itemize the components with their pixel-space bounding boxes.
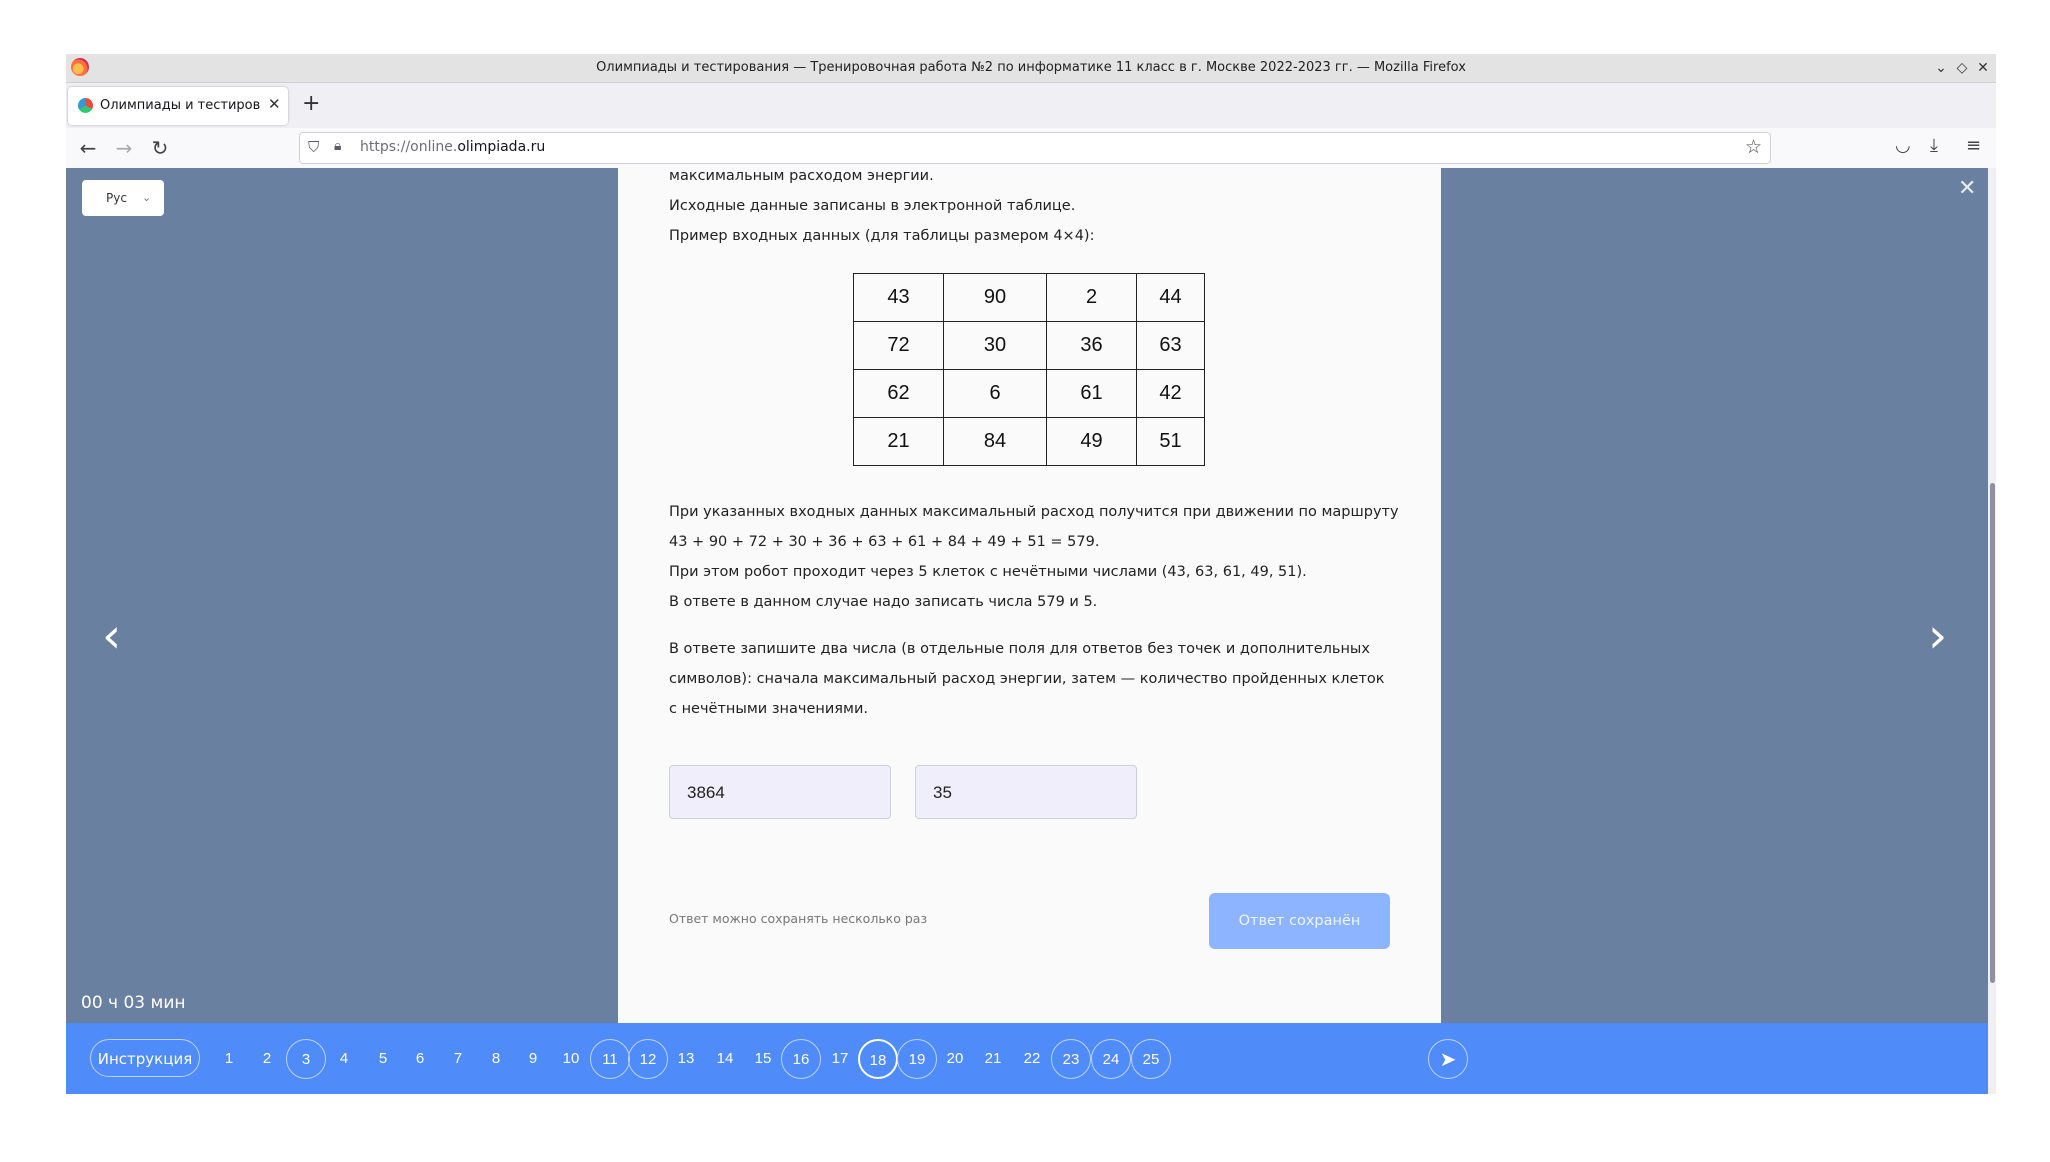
table-row: 21 84 49 51 [853,417,1205,466]
address-bar[interactable]: ⛉ 🔒︎ https://online.olimpiada.ru ☆ [299,132,1771,164]
table-row: 72 30 36 63 [853,321,1205,370]
question-number-button[interactable]: 11 [590,1039,630,1079]
table-row: 62 6 61 42 [853,369,1205,418]
question-navigation-bar: Инструкция 1 2 3 4 5 6 7 8 9 10 11 12 13 14 15 16 17 18 19… [66,1023,1988,1094]
instruction-button[interactable]: Инструкция [90,1039,200,1077]
chevron-down-icon: ⌄ [142,191,152,204]
send-icon[interactable]: ➤ [1428,1039,1468,1079]
task-text-line: В ответе запишите два числа (в отдельные… [669,641,1370,657]
question-number-button[interactable]: 14 [705,1039,745,1079]
scrollbar-thumb[interactable] [1990,483,1995,983]
question-number-button[interactable]: 3 [286,1039,326,1079]
menu-icon[interactable]: ≡ [1966,135,1981,156]
tab-close-icon[interactable]: ✕ [268,95,281,113]
table-row: 43 90 2 44 [853,273,1205,322]
task-text-line: 43 + 90 + 72 + 30 + 36 + 63 + 61 + 84 + … [669,534,1100,550]
minimize-icon[interactable]: ⌄ [1930,57,1952,79]
question-number-button[interactable]: 20 [935,1039,975,1079]
table-cell: 36 [1046,321,1137,370]
next-question-icon[interactable]: › [1928,608,1947,664]
table-cell: 72 [853,321,944,370]
table-cell: 49 [1046,417,1137,466]
question-number-button[interactable]: 15 [743,1039,783,1079]
question-number-button[interactable]: 7 [438,1039,478,1079]
close-icon[interactable]: ✕ [1958,176,1976,201]
page-content: Рус ⌄ ✕ ‹ › максимальным расходом энерги… [66,168,1996,1094]
table-cell: 51 [1136,417,1205,466]
question-number-button[interactable]: 22 [1012,1039,1052,1079]
download-icon[interactable]: ⤓ [1930,135,1938,156]
back-icon[interactable]: ← [76,136,100,160]
navigation-toolbar: ← → ↻ ⛉ 🔒︎ https://online.olimpiada.ru ☆… [66,128,1996,169]
question-number-button[interactable]: 10 [551,1039,591,1079]
task-text-line: При этом робот проходит через 5 клеток с… [669,564,1307,580]
lock-icon[interactable]: 🔒︎ [334,138,341,154]
question-number-button[interactable]: 21 [973,1039,1013,1079]
question-number-button[interactable]: 23 [1051,1039,1091,1079]
reload-icon[interactable]: ↻ [148,136,172,160]
table-cell: 62 [853,369,944,418]
language-value: Рус [106,191,127,205]
question-number-button[interactable]: 16 [781,1039,821,1079]
question-number-button[interactable]: 6 [400,1039,440,1079]
new-tab-icon[interactable]: + [302,91,320,116]
browser-window: Олимпиады и тестирования — Тренировочная… [66,54,1996,1094]
table-cell: 6 [943,369,1047,418]
save-answer-button[interactable]: Ответ сохранён [1209,893,1390,949]
question-number-button[interactable]: 17 [820,1039,860,1079]
window-close-icon[interactable]: ✕ [1972,57,1994,79]
question-number-button[interactable]: 2 [247,1039,287,1079]
bookmark-star-icon[interactable]: ☆ [1745,136,1762,158]
table-cell: 30 [943,321,1047,370]
question-number-button[interactable]: 9 [513,1039,553,1079]
prev-question-icon[interactable]: ‹ [102,608,121,664]
task-text-line: Пример входных данных (для таблицы разме… [669,228,1095,244]
example-table: 43 90 2 44 72 30 36 63 62 6 61 42 21 84 … [853,273,1205,466]
site-favicon-icon [78,98,93,113]
language-select[interactable]: Рус ⌄ [82,180,164,216]
timer: 00 ч 03 мин [81,993,186,1013]
tab-title: Олимпиады и тестирования [100,98,260,113]
question-number-button[interactable]: 1 [209,1039,249,1079]
task-text-line: с нечётными значениями. [669,701,868,717]
task-text-line: При указанных входных данных максимальны… [669,504,1399,520]
url-text: https://online.olimpiada.ru [360,139,546,155]
question-number-button[interactable]: 5 [363,1039,403,1079]
question-card: максимальным расходом энергии. Исходные … [618,168,1441,1023]
table-cell: 2 [1046,273,1137,322]
task-text-line: максимальным расходом энергии. [669,168,934,184]
task-text-line: символов): сначала максимальный расход э… [669,671,1385,687]
answer-field-1[interactable]: 3864 [669,765,891,819]
table-cell: 63 [1136,321,1205,370]
pocket-icon[interactable]: ◡ [1895,135,1911,156]
task-text-line: Исходные данные записаны в электронной т… [669,198,1076,214]
question-number-button[interactable]: 24 [1091,1039,1131,1079]
question-number-button[interactable]: 25 [1131,1039,1171,1079]
table-cell: 84 [943,417,1047,466]
question-number-button[interactable]: 8 [476,1039,516,1079]
table-cell: 44 [1136,273,1205,322]
table-cell: 61 [1046,369,1137,418]
question-number-button[interactable]: 12 [628,1039,668,1079]
save-note: Ответ можно сохранять несколько раз [669,911,928,926]
tracking-shield-icon[interactable]: ⛉ [308,138,319,156]
browser-tab[interactable]: Олимпиады и тестирования ✕ [68,87,288,125]
table-cell: 42 [1136,369,1205,418]
table-cell: 21 [853,417,944,466]
task-text-line: В ответе в данном случае надо записать ч… [669,594,1098,610]
question-number-button[interactable]: 13 [666,1039,706,1079]
table-cell: 90 [943,273,1047,322]
forward-icon[interactable]: → [112,136,136,160]
window-title: Олимпиады и тестирования — Тренировочная… [596,60,1466,75]
question-number-button[interactable]: 19 [897,1039,937,1079]
maximize-icon[interactable]: ◇ [1951,57,1973,79]
tab-strip: Олимпиады и тестирования ✕ + [66,83,1996,128]
question-number-button[interactable]: 18 [858,1039,898,1079]
title-bar: Олимпиады и тестирования — Тренировочная… [66,54,1996,83]
table-cell: 43 [853,273,944,322]
question-number-button[interactable]: 4 [324,1039,364,1079]
answer-field-2[interactable]: 35 [915,765,1137,819]
